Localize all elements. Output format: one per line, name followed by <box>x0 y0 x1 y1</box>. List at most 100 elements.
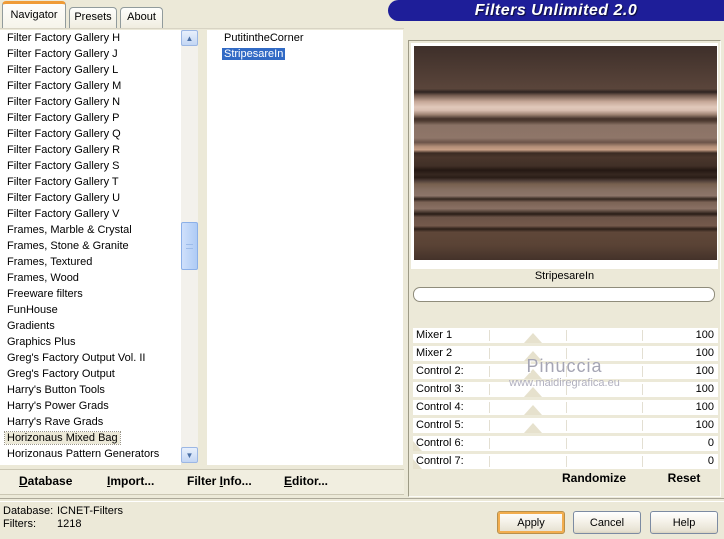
slider-thumb-icon[interactable] <box>523 387 542 397</box>
scrollbar-thumb[interactable] <box>181 222 198 270</box>
slider-label: Control 3: <box>416 383 464 395</box>
tab-about[interactable]: About <box>120 7 163 28</box>
category-item[interactable]: Frames, Stone & Granite <box>0 238 181 254</box>
slider-tick <box>565 330 567 341</box>
filter-item[interactable]: PutitintheCorner <box>207 30 403 46</box>
category-item[interactable]: Filter Factory Gallery M <box>0 78 181 94</box>
scroll-up-icon[interactable]: ▲ <box>181 30 198 46</box>
editor-button[interactable]: Editor... <box>284 474 328 488</box>
slider-row[interactable]: Control 5: 100 <box>413 418 718 433</box>
slider-row[interactable]: Control 2: 100 <box>413 364 718 379</box>
slider-tick <box>641 420 643 431</box>
help-button[interactable]: Help <box>650 511 718 534</box>
category-item[interactable]: Horizonaus Pattern Generators <box>0 446 181 462</box>
slider-label: Control 2: <box>416 365 464 377</box>
title-banner: Filters Unlimited 2.0 <box>388 0 724 21</box>
slider-tick <box>641 402 643 413</box>
slider-thumb-icon[interactable] <box>523 405 542 415</box>
category-item[interactable]: Freeware filters <box>0 286 181 302</box>
slider-row[interactable]: Control 3: 100 <box>413 382 718 397</box>
category-item[interactable]: Filter Factory Gallery S <box>0 158 181 174</box>
bottom-toolbar: Database Import... Filter Info... Editor… <box>0 469 404 495</box>
category-item[interactable]: Filter Factory Gallery L <box>0 62 181 78</box>
reset-button[interactable]: Reset <box>654 471 714 485</box>
filter-list: PutitintheCorner StripesareIn <box>207 30 403 465</box>
slider-thumb-icon[interactable] <box>523 423 542 433</box>
slider-tick <box>641 348 643 359</box>
slider-row[interactable]: Mixer 1 100 <box>413 328 718 343</box>
category-item[interactable]: Graphics Plus <box>0 334 181 350</box>
category-item[interactable]: Harry's Rave Grads <box>0 414 181 430</box>
tab-presets[interactable]: Presets <box>69 7 117 28</box>
randomize-button[interactable]: Randomize <box>534 471 654 485</box>
slider-tick <box>565 366 567 377</box>
category-item[interactable]: Filter Factory Gallery P <box>0 110 181 126</box>
database-menu-button[interactable]: Database <box>19 474 72 488</box>
slider-thumb-icon[interactable] <box>523 351 542 361</box>
category-item[interactable]: Frames, Textured <box>0 254 181 270</box>
category-scrollbar[interactable]: ▲ ▼ <box>181 30 198 463</box>
slider-tick <box>565 348 567 359</box>
slider-value: 100 <box>695 419 714 431</box>
slider-value: 100 <box>695 401 714 413</box>
category-item[interactable]: Harry's Button Tools <box>0 382 181 398</box>
preview-panel: StripesareIn Mixer 1 100 Mixer 2 100 Control… <box>408 40 721 497</box>
slider-label: Control 6: <box>416 437 464 449</box>
preview-frame <box>411 43 718 269</box>
category-item[interactable]: Filter Factory Gallery Q <box>0 126 181 142</box>
filter-item-selected[interactable]: StripesareIn <box>207 46 403 62</box>
category-item[interactable]: FunHouse <box>0 302 181 318</box>
category-item[interactable]: Filter Factory Gallery H <box>0 30 181 46</box>
preview-filter-name: StripesareIn <box>534 270 595 282</box>
slider-value: 0 <box>707 455 714 467</box>
slider-thumb-icon[interactable] <box>523 369 542 379</box>
slider-row[interactable]: Control 4: 100 <box>413 400 718 415</box>
slider-row[interactable]: Mixer 2 100 <box>413 346 718 361</box>
slider-tick <box>489 402 491 413</box>
slider-tick <box>641 330 643 341</box>
category-item[interactable]: Filter Factory Gallery T <box>0 174 181 190</box>
scroll-down-icon[interactable]: ▼ <box>181 447 198 463</box>
import-button[interactable]: Import... <box>107 474 154 488</box>
slider-label: Mixer 1 <box>416 329 453 341</box>
category-item[interactable]: Greg's Factory Output Vol. II <box>0 350 181 366</box>
category-item[interactable]: Filter Factory Gallery N <box>0 94 181 110</box>
category-item[interactable]: Filter Factory Gallery J <box>0 46 181 62</box>
category-item-selected[interactable]: Horizonaus Mixed Bag <box>0 430 181 446</box>
slider-tick <box>565 420 567 431</box>
slider-row[interactable]: Control 7: 0 <box>413 454 718 469</box>
category-item[interactable]: Filter Factory Gallery V <box>0 206 181 222</box>
slider-value: 0 <box>707 437 714 449</box>
category-item[interactable]: Frames, Wood <box>0 270 181 286</box>
tab-navigator[interactable]: Navigator <box>2 1 66 28</box>
slider-tick <box>489 456 491 467</box>
slider-tick <box>489 330 491 341</box>
status-database-value: ICNET-Filters <box>57 505 123 517</box>
status-filters-label: Filters: <box>3 518 36 530</box>
category-item[interactable]: Filter Factory Gallery U <box>0 190 181 206</box>
slider-tick <box>489 348 491 359</box>
app-title: Filters Unlimited 2.0 <box>474 1 638 19</box>
slider-value: 100 <box>695 347 714 359</box>
slider-thumb-icon[interactable] <box>523 333 542 343</box>
slider-tick <box>565 402 567 413</box>
category-item[interactable]: Harry's Power Grads <box>0 398 181 414</box>
filters-unlimited-window: Navigator Presets About Filters Unlimite… <box>0 0 724 539</box>
slider-tick <box>565 384 567 395</box>
category-item[interactable]: Gradients <box>0 318 181 334</box>
slider-tick <box>489 366 491 377</box>
slider-tick <box>489 420 491 431</box>
category-item[interactable]: Frames, Marble & Crystal <box>0 222 181 238</box>
apply-button[interactable]: Apply <box>497 511 565 534</box>
slider-value: 100 <box>695 329 714 341</box>
slider-row[interactable]: Control 6: 0 <box>413 436 718 451</box>
category-item[interactable]: Greg's Factory Output <box>0 366 181 382</box>
filter-info-button[interactable]: Filter Info... <box>187 474 252 488</box>
category-item[interactable]: Filter Factory Gallery R <box>0 142 181 158</box>
slider-label: Mixer 2 <box>416 347 453 359</box>
slider-tick <box>641 456 643 467</box>
category-list: Filter Factory Gallery H Filter Factory … <box>0 30 181 465</box>
slider-tick <box>489 384 491 395</box>
cancel-button[interactable]: Cancel <box>573 511 641 534</box>
status-divider <box>0 498 724 502</box>
